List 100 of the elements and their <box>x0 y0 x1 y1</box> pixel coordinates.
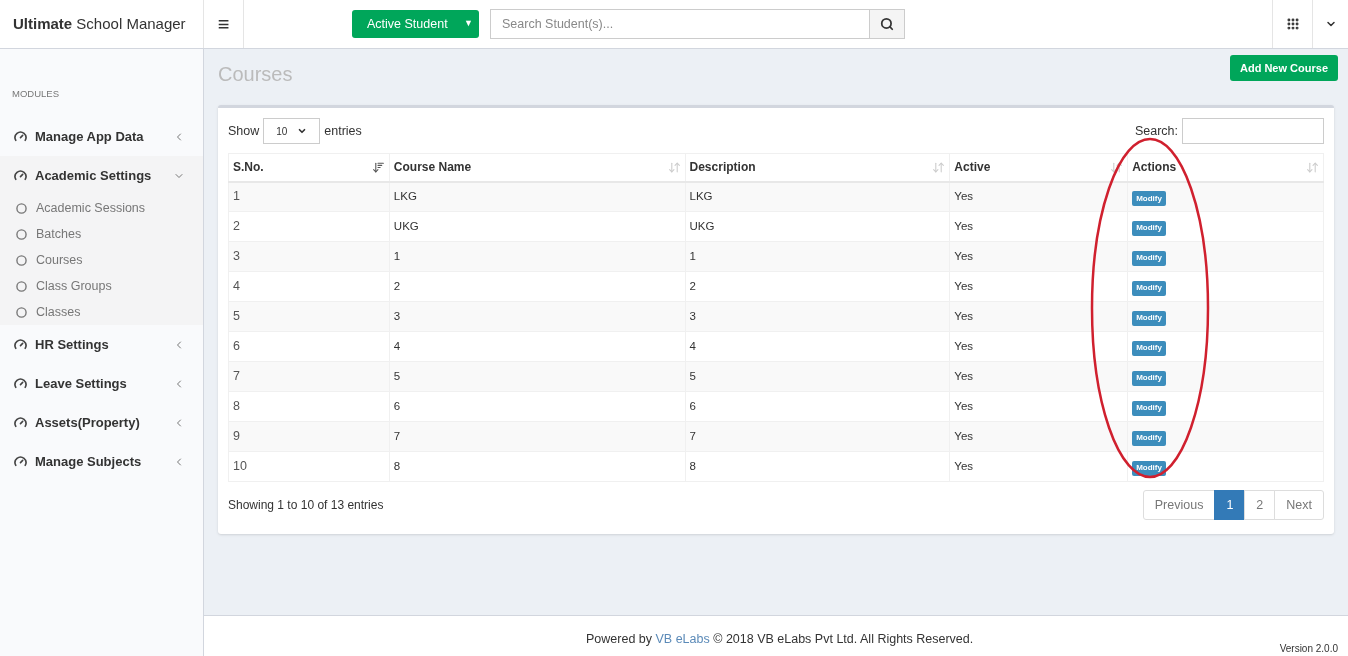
submenu-item[interactable]: Batches <box>0 221 203 248</box>
submenu-item[interactable]: Classes <box>0 299 203 326</box>
page-size-select[interactable]: 10 <box>263 118 321 144</box>
table-cell: LKG <box>389 181 686 212</box>
modify-button[interactable]: Modify <box>1132 191 1166 206</box>
table-cell: 7 <box>389 421 686 452</box>
circle-icon <box>16 280 27 292</box>
circle-icon <box>16 306 27 318</box>
table-cell: Yes <box>949 241 1128 272</box>
app-brand[interactable]: Ultimate School Manager <box>0 0 204 48</box>
table-info: Showing 1 to 10 of 13 entries <box>228 497 384 514</box>
table-cell: 5 <box>228 301 390 332</box>
table-cell: 3 <box>389 301 686 332</box>
table-cell: Yes <box>949 451 1128 482</box>
table-cell: 1 <box>389 241 686 272</box>
sidebar-label: HR Settings <box>35 336 110 354</box>
sidebar-heading: MODULES <box>11 87 60 101</box>
modify-button[interactable]: Modify <box>1132 370 1166 386</box>
pagination-button[interactable]: 2 <box>1244 490 1276 520</box>
sidebar-label: Manage App Data <box>35 128 145 146</box>
sort-icon <box>667 160 681 174</box>
column-header[interactable]: Description <box>685 153 950 182</box>
modify-button[interactable]: Modify <box>1132 250 1166 266</box>
dashboard-icon <box>14 338 27 352</box>
table-cell: 3 <box>685 301 950 332</box>
submenu-item[interactable]: Courses <box>0 247 203 274</box>
grid-icon <box>1285 17 1300 31</box>
table-cell: 7 <box>228 361 390 392</box>
table-cell: 4 <box>685 331 950 362</box>
sort-icon <box>1306 160 1319 174</box>
submenu-item[interactable]: Academic Sessions <box>0 195 203 222</box>
table-cell: 9 <box>228 421 390 452</box>
table-cell: 7 <box>685 421 950 452</box>
student-search-field[interactable]: Search Student(s)... <box>490 9 870 39</box>
table-cell: 2 <box>228 211 390 242</box>
pagination-button[interactable]: 1 <box>1214 490 1246 520</box>
sidebar-item[interactable]: Assets(Property) <box>0 403 203 443</box>
dashboard-icon <box>14 169 27 183</box>
circle-icon <box>16 202 27 214</box>
table-cell: Yes <box>949 391 1128 422</box>
table-cell: UKG <box>389 211 686 242</box>
search-icon <box>880 17 894 31</box>
vendor-link[interactable]: VB eLabs <box>655 632 710 646</box>
column-header[interactable]: Actions <box>1127 153 1324 182</box>
search-label: Search: <box>1134 122 1178 140</box>
pagination-button[interactable]: Previous <box>1142 490 1216 520</box>
table-cell: 6 <box>685 391 950 422</box>
sidebar-label: Assets(Property) <box>35 414 141 432</box>
caret-icon <box>297 126 308 136</box>
table-cell: 5 <box>389 361 686 392</box>
table-cell: Yes <box>949 361 1128 392</box>
version-label: Version 2.0.0 <box>1279 642 1338 656</box>
show-label: Show <box>228 122 260 140</box>
table-cell: 2 <box>389 271 686 302</box>
search-button[interactable] <box>870 9 905 39</box>
column-header[interactable]: Course Name <box>389 153 686 182</box>
modify-button[interactable]: Modify <box>1132 430 1166 446</box>
table-cell: 8 <box>389 451 686 482</box>
pagination-button[interactable]: Next <box>1274 490 1324 520</box>
menu-toggle[interactable]: ≡ <box>204 0 244 48</box>
circle-icon <box>16 254 27 266</box>
table-cell: Yes <box>949 181 1128 212</box>
circle-icon <box>16 228 27 240</box>
sidebar-item[interactable]: Manage Subjects <box>0 442 203 482</box>
modify-button[interactable]: Modify <box>1132 400 1166 416</box>
submenu-item[interactable]: Class Groups <box>0 273 203 300</box>
table-cell: 6 <box>228 331 390 362</box>
table-cell: 1 <box>228 181 390 212</box>
sidebar-label: Academic Settings <box>35 167 153 185</box>
dashboard-icon <box>14 416 27 430</box>
column-header[interactable]: Active <box>949 153 1128 182</box>
table-cell: Yes <box>949 421 1128 452</box>
table-cell: LKG <box>685 181 950 212</box>
sort-icon <box>932 160 946 174</box>
sidebar-item[interactable]: Manage App Data <box>0 117 203 157</box>
dashboard-icon <box>14 377 27 391</box>
table-cell: Yes <box>949 301 1128 332</box>
table-cell: 4 <box>228 271 390 302</box>
sidebar-item[interactable]: Leave Settings <box>0 364 203 404</box>
active-student-button[interactable]: Active Student ▼ <box>352 10 479 38</box>
modify-button[interactable]: Modify <box>1132 310 1166 326</box>
table-cell: 10 <box>228 451 390 482</box>
table-cell: Yes <box>949 271 1128 302</box>
sidebar-item[interactable]: Academic Settings <box>0 156 203 196</box>
table-cell: UKG <box>685 211 950 242</box>
sort-icon <box>1110 160 1124 174</box>
modify-button[interactable]: Modify <box>1132 340 1166 356</box>
column-header[interactable]: S.No. <box>228 153 390 182</box>
entries-label: entries <box>324 122 362 140</box>
add-course-button[interactable]: Add New Course <box>1230 55 1338 81</box>
table-cell: 8 <box>685 451 950 482</box>
footer-text: Powered by VB eLabs © 2018 VB eLabs Pvt Ltd. All Rights Reserved. <box>586 631 974 648</box>
sidebar-item[interactable]: HR Settings <box>0 325 203 365</box>
page-title: Courses <box>218 62 293 87</box>
modify-button[interactable]: Modify <box>1132 280 1166 296</box>
table-cell: 1 <box>685 241 950 272</box>
table-cell: 5 <box>685 361 950 392</box>
table-search-field[interactable] <box>1182 118 1324 144</box>
table-cell: 2 <box>685 271 950 302</box>
modify-button[interactable]: Modify <box>1132 220 1166 236</box>
